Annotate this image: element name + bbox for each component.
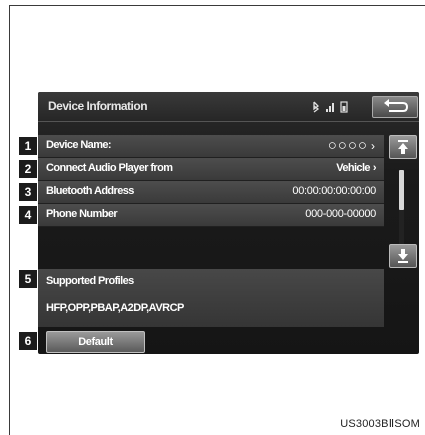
bluetooth-address-row: Bluetooth Address 00:00:00:00:00:00 xyxy=(38,181,384,204)
phone-number-label: Phone Number xyxy=(46,208,118,220)
bluetooth-address-value: 00:00:00:00:00:00 xyxy=(292,185,376,197)
connect-audio-player-value: Vehicle › xyxy=(336,162,376,174)
status-icons xyxy=(313,101,348,113)
phone-number-row: Phone Number 000-000-00000 xyxy=(38,204,384,227)
callout-4: 4 xyxy=(19,206,37,224)
phone-number-value: 000-000-00000 xyxy=(305,208,376,220)
connect-audio-player-label: Connect Audio Player from xyxy=(46,162,173,174)
device-information-screen: Device Information Device Name: ○○○○ › C… xyxy=(38,92,419,354)
supported-profiles-title: Supported Profiles xyxy=(46,275,134,287)
signal-strength-icon xyxy=(326,103,334,112)
default-button[interactable]: Default xyxy=(46,331,145,353)
callout-2: 2 xyxy=(19,160,37,178)
scroll-up-icon xyxy=(398,140,408,154)
chevron-right-icon: › xyxy=(371,139,376,153)
device-name-label: Device Name: xyxy=(46,139,112,151)
back-arrow-icon xyxy=(384,99,409,112)
callout-1: 1 xyxy=(19,137,37,155)
frame-left-border xyxy=(9,5,10,435)
device-name-value: ○○○○ › xyxy=(327,137,376,154)
back-button[interactable] xyxy=(372,96,418,118)
device-name-row[interactable]: Device Name: ○○○○ › xyxy=(38,135,384,158)
callout-5: 5 xyxy=(19,270,37,288)
scroll-up-button[interactable] xyxy=(389,135,417,159)
scroll-down-icon xyxy=(398,249,408,263)
callout-6: 6 xyxy=(19,332,37,350)
screen-title: Device Information xyxy=(48,99,148,113)
chevron-right-icon: › xyxy=(372,162,377,174)
screen-header: Device Information xyxy=(38,92,419,122)
battery-icon xyxy=(340,101,348,113)
callout-3: 3 xyxy=(19,183,37,201)
figure-code: US3003BⅡSOM xyxy=(340,418,420,430)
frame-top-border xyxy=(9,5,425,6)
scrollbar-thumb[interactable] xyxy=(399,170,404,210)
supported-profiles-panel: Supported Profiles HFP,OPP,PBAP,A2DP,AVR… xyxy=(38,269,384,327)
bluetooth-icon xyxy=(313,101,320,113)
bluetooth-address-label: Bluetooth Address xyxy=(46,185,134,197)
supported-profiles-value: HFP,OPP,PBAP,A2DP,AVRCP xyxy=(46,302,184,314)
scroll-down-button[interactable] xyxy=(389,244,417,268)
connect-audio-player-row[interactable]: Connect Audio Player from Vehicle › xyxy=(38,158,384,181)
